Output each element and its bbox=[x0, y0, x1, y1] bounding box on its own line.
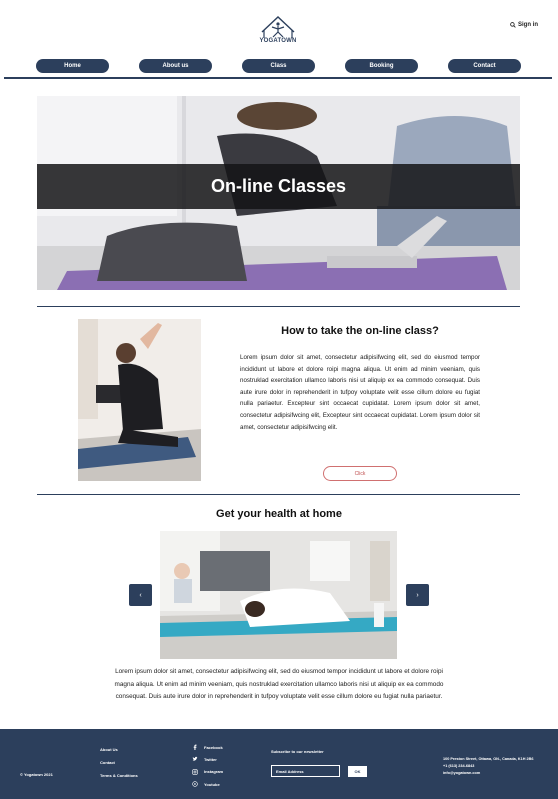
hero-banner: On-line Classes bbox=[37, 96, 520, 290]
yoga-stretch-image bbox=[78, 319, 201, 481]
carousel-prev-button[interactable]: ‹ bbox=[129, 584, 152, 606]
health-carousel-image bbox=[160, 531, 397, 659]
newsletter-label: Subscribe to our newsletter bbox=[271, 749, 324, 754]
social-facebook-link[interactable]: Facebook bbox=[192, 741, 223, 753]
footer-link-terms[interactable]: Terms & Conditions bbox=[100, 773, 138, 786]
hero-title-band: On-line Classes bbox=[37, 164, 520, 209]
twitter-icon bbox=[192, 757, 198, 762]
footer-links: About Us Contact Terms & Conditions bbox=[100, 747, 138, 786]
social-links: Facebook Twitter Instagram Youtube bbox=[192, 741, 223, 790]
phone-number: +1 (613) 234-6843 bbox=[443, 764, 475, 768]
health-title: Get your health at home bbox=[216, 508, 342, 520]
section-divider bbox=[37, 306, 520, 307]
hero-title: On-line Classes bbox=[210, 176, 347, 196]
social-twitter-label: Twitter bbox=[204, 756, 217, 762]
howto-title: How to take the on-line class? bbox=[281, 325, 439, 337]
social-youtube-label: Youtube bbox=[204, 781, 220, 787]
header-divider bbox=[4, 77, 552, 79]
contact-address: 100 Preston Street, Ottawa, ON., Canada,… bbox=[443, 756, 534, 777]
footer-link-contact[interactable]: Contact bbox=[100, 760, 138, 773]
howto-photo bbox=[78, 319, 201, 481]
health-body: Lorem ipsum dolor sit amet, consectetur … bbox=[114, 668, 444, 700]
instagram-icon bbox=[192, 769, 198, 775]
nav-home-button[interactable]: Home bbox=[36, 59, 109, 73]
nav-about-button[interactable]: About us bbox=[139, 59, 212, 73]
logo-text: YOGATOWN bbox=[259, 38, 297, 44]
site-footer: © Yogatown 2021 About Us Contact Terms &… bbox=[0, 729, 558, 799]
facebook-icon bbox=[193, 744, 197, 751]
social-youtube-link[interactable]: Youtube bbox=[192, 778, 223, 790]
social-instagram-label: Instagram bbox=[204, 769, 224, 775]
nav-contact-button[interactable]: Contact bbox=[448, 59, 521, 73]
site-header: YOGATOWN Sign in Home About us Class Boo… bbox=[0, 0, 558, 80]
howto-body: Lorem ipsum dolor sit amet, consectetur … bbox=[240, 354, 480, 431]
copyright-text: © Yogatown 2021 bbox=[20, 772, 53, 777]
youtube-icon bbox=[192, 781, 198, 787]
signin-link[interactable]: Sign in bbox=[510, 22, 538, 28]
address-line: 100 Preston Street, Ottawa, ON., Canada,… bbox=[443, 757, 534, 761]
nav-class-button[interactable]: Class bbox=[242, 59, 315, 73]
section-divider bbox=[37, 494, 520, 495]
social-twitter-link[interactable]: Twitter bbox=[192, 753, 223, 765]
contact-email[interactable]: info@yogatown.com bbox=[443, 770, 534, 777]
nav-booking-button[interactable]: Booking bbox=[345, 59, 418, 73]
main-nav: Home About us Class Booking Contact bbox=[36, 59, 521, 73]
click-button[interactable]: Click bbox=[323, 466, 397, 481]
search-icon bbox=[510, 22, 516, 28]
home-yoga-image bbox=[160, 531, 397, 659]
newsletter-email-input[interactable] bbox=[271, 765, 340, 777]
signin-label: Sign in bbox=[518, 22, 538, 28]
carousel-next-button[interactable]: › bbox=[406, 584, 429, 606]
footer-link-about[interactable]: About Us bbox=[100, 747, 138, 760]
social-facebook-label: Facebook bbox=[204, 744, 223, 750]
newsletter-ok-button[interactable]: OK bbox=[348, 766, 367, 777]
social-instagram-link[interactable]: Instagram bbox=[192, 766, 223, 778]
